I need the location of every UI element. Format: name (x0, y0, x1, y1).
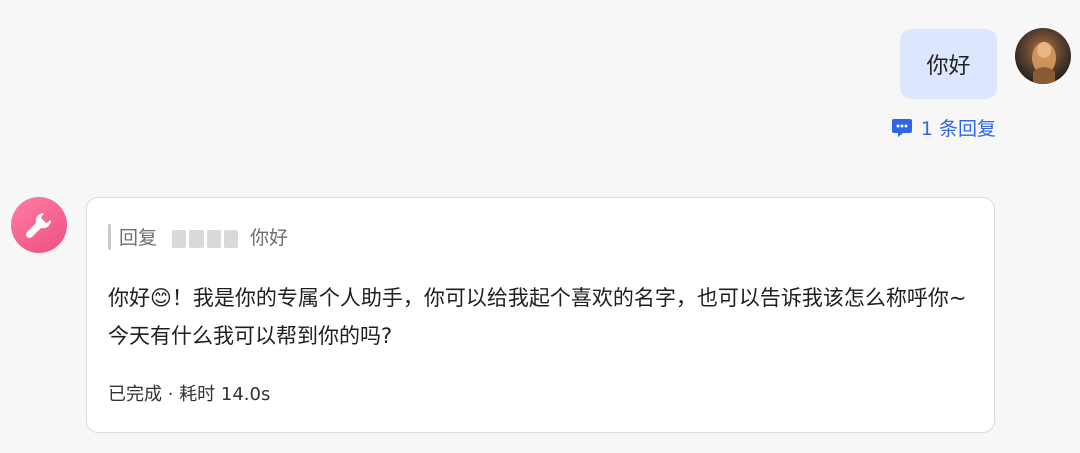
quote-divider (108, 224, 111, 250)
quote-name-redacted (172, 230, 238, 248)
bot-avatar (11, 197, 67, 253)
quote-label: 回复 (119, 227, 158, 249)
comment-icon (891, 118, 912, 137)
user-message-text: 你好 (926, 54, 971, 79)
user-avatar[interactable] (1015, 28, 1071, 84)
wrench-icon (25, 212, 52, 239)
reply-count-label: 1 条回复 (920, 118, 996, 140)
reply-count-link[interactable]: 1 条回复 (891, 114, 996, 141)
user-avatar-image (1032, 42, 1056, 84)
bot-reply-text: 你好😊！我是你的专属个人助手，你可以给我起个喜欢的名字，也可以告诉我该怎么称呼你… (108, 286, 967, 348)
status-text: 已完成 · 耗时 14.0s (108, 384, 271, 405)
quote-text: 你好 (250, 227, 289, 249)
user-message-bubble: 你好 (900, 29, 997, 99)
